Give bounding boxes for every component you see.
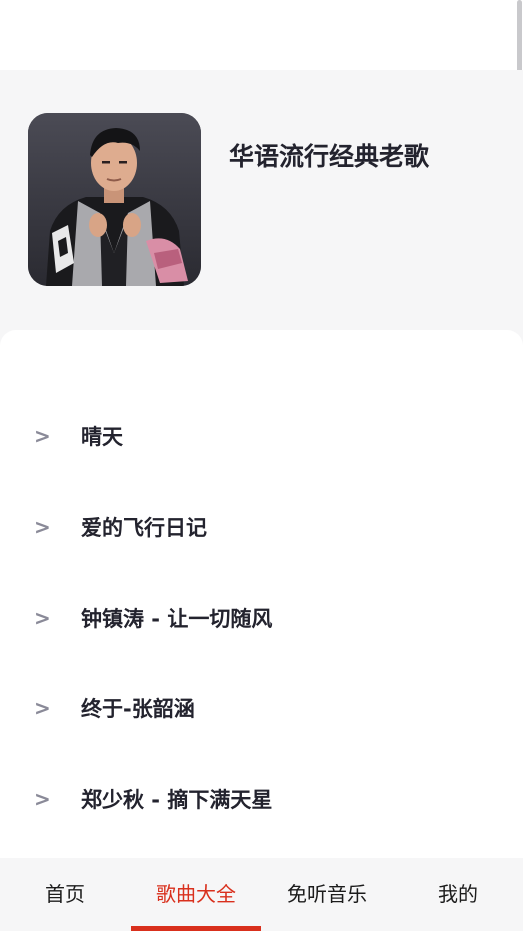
playlist-title: 华语流行经典老歌 <box>229 142 430 171</box>
song-title: 郑少秋 - 摘下满天星 <box>81 788 273 812</box>
chevron-right-icon: > <box>34 515 51 539</box>
tab-mine[interactable]: 我的 <box>393 858 523 931</box>
tab-label: 歌曲大全 <box>156 882 236 906</box>
song-title: 终于-张韶涵 <box>81 697 195 721</box>
song-title: 钟镇涛 - 让一切随风 <box>81 607 273 631</box>
tab-home[interactable]: 首页 <box>0 858 130 931</box>
tab-label: 我的 <box>438 882 478 906</box>
song-item[interactable]: > 钟镇涛 - 让一切随风 <box>0 592 523 648</box>
chevron-right-icon: > <box>34 787 51 811</box>
tab-songs[interactable]: 歌曲大全 <box>131 858 261 931</box>
chevron-right-icon: > <box>34 696 51 720</box>
song-title: 爱的飞行日记 <box>81 516 207 540</box>
app-screen: 华语流行经典老歌 > 晴天 > 爱的飞行日记 > 钟镇涛 - 让一切随风 > 终… <box>0 0 523 931</box>
tab-label: 免听音乐 <box>287 882 367 906</box>
song-item[interactable]: > 终于-张韶涵 <box>0 682 523 738</box>
chevron-right-icon: > <box>34 606 51 630</box>
status-bar-area <box>0 0 523 70</box>
playlist-cover-image[interactable] <box>28 113 201 286</box>
song-title: 晴天 <box>81 425 123 449</box>
song-item[interactable]: > 郑少秋 - 摘下满天星 <box>0 773 523 829</box>
tab-label: 首页 <box>45 882 85 906</box>
song-item[interactable]: > 爱的飞行日记 <box>0 501 523 557</box>
playlist-header: 华语流行经典老歌 <box>0 70 523 360</box>
tab-free-music[interactable]: 免听音乐 <box>262 858 392 931</box>
bottom-tab-bar: 首页 歌曲大全 免听音乐 我的 <box>0 858 523 931</box>
chevron-right-icon: > <box>34 424 51 448</box>
song-item[interactable]: > 晴天 <box>0 410 523 466</box>
active-tab-indicator <box>131 926 261 931</box>
song-list: > 晴天 > 爱的飞行日记 > 钟镇涛 - 让一切随风 > 终于-张韶涵 > 郑… <box>0 330 523 858</box>
